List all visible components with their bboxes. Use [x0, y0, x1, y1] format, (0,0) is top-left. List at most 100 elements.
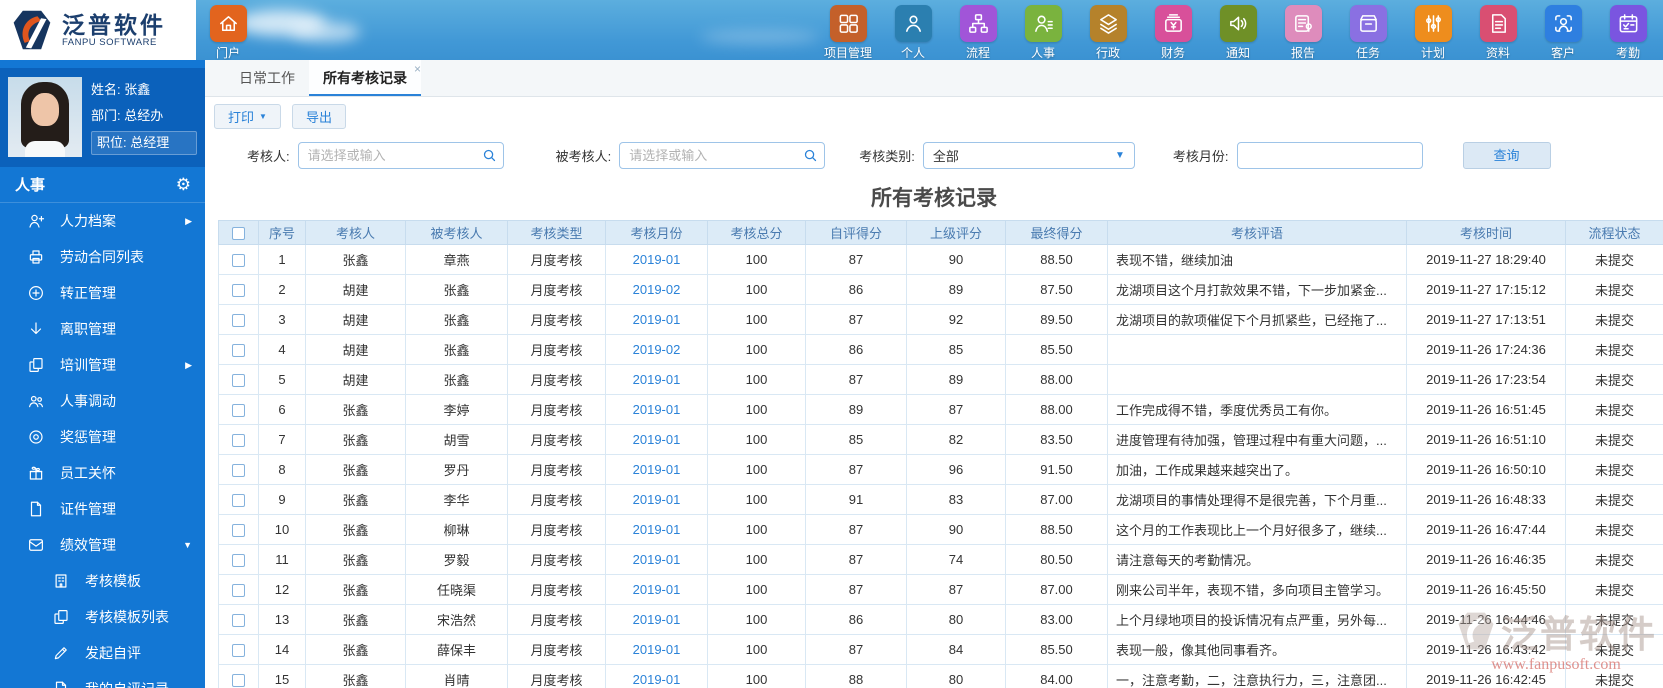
cell-assessor: 张鑫 [305, 484, 406, 515]
sidebar-item-arrow-down-3[interactable]: 离职管理 [0, 311, 205, 347]
sidebar-item-people-5[interactable]: 人事调动 [0, 383, 205, 419]
month-link[interactable]: 2019-01 [633, 642, 681, 657]
month-link[interactable]: 2019-01 [633, 612, 681, 627]
month-link[interactable]: 2019-01 [633, 522, 681, 537]
row-checkbox[interactable] [232, 464, 245, 478]
month-link[interactable]: 2019-01 [633, 312, 681, 327]
printer-icon [27, 248, 45, 266]
cell-total: 100 [707, 334, 806, 365]
search-icon[interactable] [803, 148, 818, 163]
assessor-input[interactable] [297, 142, 504, 169]
month-link[interactable]: 2019-02 [633, 342, 681, 357]
close-icon[interactable]: × [414, 63, 421, 75]
cell-comment: 龙湖项目的事情处理得不是很完善，下个月重... [1107, 484, 1407, 515]
cell-assessor: 张鑫 [305, 454, 406, 485]
cell-time: 2019-11-26 16:43:42 [1406, 634, 1566, 665]
column-header: 最终得分 [1005, 220, 1108, 245]
sidebar-section-header: 人事 ⚙ [0, 167, 205, 203]
sidebar-item-building-10[interactable]: 考核模板 [0, 563, 205, 599]
print-button[interactable]: 打印 ▼ [214, 104, 281, 129]
row-checkbox[interactable] [232, 674, 245, 688]
column-header: 自评得分 [805, 220, 907, 245]
box-icon [1349, 5, 1387, 42]
cell-final: 91.50 [1005, 454, 1108, 485]
query-button[interactable]: 查询 [1462, 142, 1551, 169]
month-link[interactable]: 2019-02 [633, 282, 681, 297]
row-checkbox[interactable] [232, 284, 245, 298]
cell-total: 100 [707, 274, 806, 305]
gear-icon[interactable]: ⚙ [176, 175, 191, 195]
sidebar-item-mail-9[interactable]: 绩效管理 ▼ [0, 527, 205, 563]
cell-no: 14 [258, 634, 306, 665]
row-checkbox[interactable] [232, 644, 245, 658]
row-checkbox[interactable] [232, 434, 245, 448]
month-link[interactable]: 2019-01 [633, 672, 681, 687]
select-all-checkbox[interactable] [232, 227, 245, 241]
topnav-item-portal[interactable]: 门户 [200, 5, 256, 61]
topnav-item-layers[interactable]: 行政 [1083, 5, 1133, 61]
cell-status: 未提交 [1565, 244, 1663, 275]
month-link[interactable]: 2019-01 [633, 372, 681, 387]
tab-all-assessment-records[interactable]: 所有考核记录 × [309, 60, 421, 96]
sidebar-item-copy-4[interactable]: 培训管理 ▶ [0, 347, 205, 383]
table-row: 8 张鑫 罗丹 月度考核 2019-01 100 87 96 91.50 加油，工作成果越来越突出… [218, 454, 1663, 485]
cell-superior: 82 [906, 424, 1006, 455]
cell-superior: 74 [906, 544, 1006, 575]
category-select[interactable]: 全部 ▼ [922, 142, 1135, 169]
row-checkbox[interactable] [232, 554, 245, 568]
row-checkbox[interactable] [232, 494, 245, 508]
month-link[interactable]: 2019-01 [633, 462, 681, 477]
cell-month: 2019-01 [605, 604, 708, 635]
tab-daily-work[interactable]: 日常工作 [225, 60, 309, 96]
cell-assessee: 张鑫 [405, 274, 508, 305]
search-icon[interactable] [482, 148, 497, 163]
row-checkbox[interactable] [232, 614, 245, 628]
row-checkbox[interactable] [232, 314, 245, 328]
cell-superior: 85 [906, 334, 1006, 365]
sidebar-item-plus-circle-2[interactable]: 转正管理 [0, 275, 205, 311]
topnav-item-speaker[interactable]: 通知 [1213, 5, 1263, 61]
cell-month: 2019-02 [605, 274, 708, 305]
sidebar-item-pencil-12[interactable]: 发起自评 [0, 635, 205, 671]
topnav-item-sliders[interactable]: 计划 [1408, 5, 1458, 61]
month-link[interactable]: 2019-01 [633, 492, 681, 507]
topnav-item-grid[interactable]: 项目管理 [823, 5, 873, 61]
cell-self: 87 [805, 634, 907, 665]
cell-superior: 90 [906, 244, 1006, 275]
month-link[interactable]: 2019-01 [633, 582, 681, 597]
sidebar-item-file-13[interactable]: 我的自评记录 [0, 671, 205, 688]
month-input[interactable] [1236, 142, 1423, 169]
topnav-item-person-frame[interactable]: 客户 [1538, 5, 1588, 61]
topnav-item-banknote[interactable]: 财务 [1148, 5, 1198, 61]
month-link[interactable]: 2019-01 [633, 252, 681, 267]
sidebar-item-file-8[interactable]: 证件管理 [0, 491, 205, 527]
sidebar-item-target-6[interactable]: 奖惩管理 [0, 419, 205, 455]
assessee-input[interactable] [619, 142, 826, 169]
row-checkbox[interactable] [232, 524, 245, 538]
topnav-item-doc[interactable]: 资料 [1473, 5, 1523, 61]
month-link[interactable]: 2019-01 [633, 402, 681, 417]
topnav-item-person-list[interactable]: 人事 [1018, 5, 1068, 61]
row-checkbox-cell [218, 544, 259, 575]
topnav-item-person[interactable]: 个人 [888, 5, 938, 61]
cell-self: 85 [805, 424, 907, 455]
export-button[interactable]: 导出 [291, 104, 346, 129]
month-link[interactable]: 2019-01 [633, 552, 681, 567]
row-checkbox[interactable] [232, 584, 245, 598]
month-link[interactable]: 2019-01 [633, 432, 681, 447]
person-frame-icon [1544, 5, 1582, 42]
cell-status: 未提交 [1565, 664, 1663, 688]
sidebar-item-printer-1[interactable]: 劳动合同列表 [0, 239, 205, 275]
row-checkbox[interactable] [232, 344, 245, 358]
topnav-item-calendar[interactable]: 考勤 [1603, 5, 1653, 61]
row-checkbox[interactable] [232, 404, 245, 418]
row-checkbox[interactable] [232, 374, 245, 388]
topnav-item-box[interactable]: 任务 [1343, 5, 1393, 61]
row-checkbox[interactable] [232, 254, 245, 268]
topnav-item-sitemap[interactable]: 流程 [953, 5, 1003, 61]
topnav-item-doc-mic[interactable]: 报告 [1278, 5, 1328, 61]
sidebar-item-gift-7[interactable]: 员工关怀 [0, 455, 205, 491]
sidebar-item-copy-11[interactable]: 考核模板列表 [0, 599, 205, 635]
sidebar-item-person-plus-0[interactable]: 人力档案 ▶ [0, 203, 205, 239]
cell-type: 月度考核 [507, 454, 606, 485]
